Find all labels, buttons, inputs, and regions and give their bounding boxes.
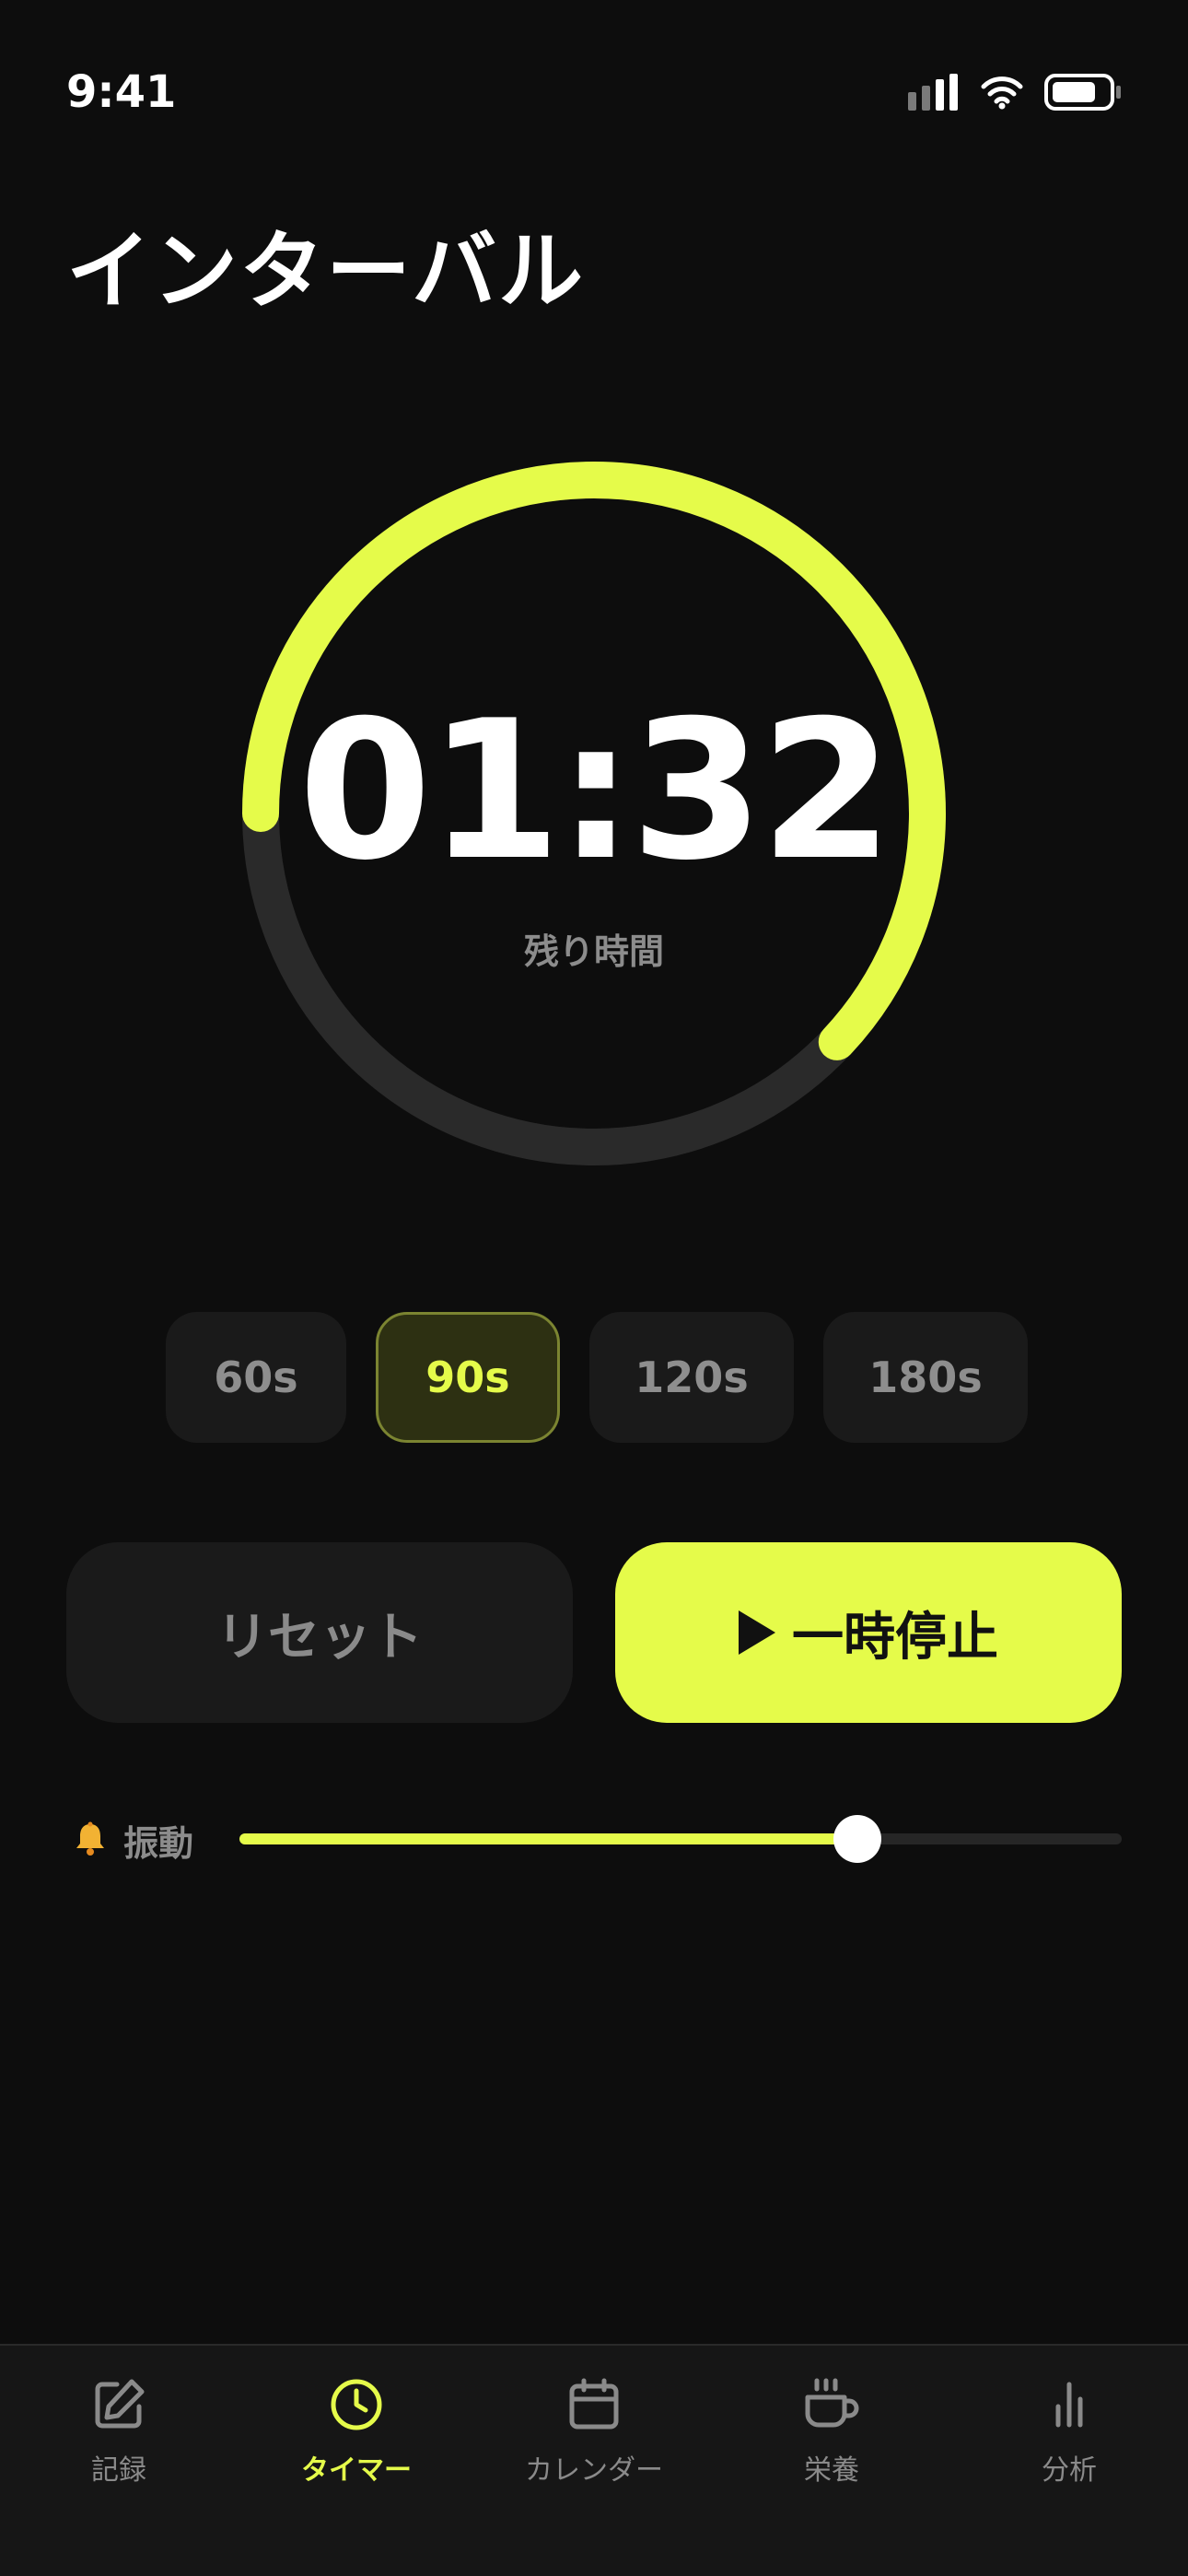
- tab-timer[interactable]: タイマー: [238, 2346, 475, 2530]
- cellular-signal-icon: [908, 74, 958, 111]
- bell-icon: [76, 1821, 104, 1856]
- pause-button[interactable]: 一時停止: [615, 1542, 1122, 1723]
- cup-icon: [805, 2378, 859, 2428]
- tab-calendar-label: カレンダー: [525, 2454, 663, 2487]
- vibration-label: 振動: [123, 1823, 194, 1864]
- pause-button-label: 一時停止: [792, 1607, 998, 1668]
- preset-60s-button[interactable]: 60s: [166, 1312, 346, 1443]
- calendar-icon: [569, 2378, 619, 2430]
- wifi-icon: [981, 76, 1023, 110]
- vibration-slider-thumb[interactable]: [833, 1815, 881, 1863]
- status-time: 9:41: [66, 66, 177, 118]
- timer-caption: 残り時間: [523, 931, 664, 972]
- reset-button-label: リセット: [216, 1607, 423, 1668]
- reset-button[interactable]: リセット: [66, 1542, 573, 1723]
- tab-analysis-label: 分析: [1042, 2454, 1097, 2487]
- page-title: インターバル: [66, 222, 586, 321]
- tab-nutrition-label: 栄養: [804, 2454, 859, 2487]
- vibration-row: 振動: [66, 1811, 1122, 1867]
- vibration-slider-fill: [239, 1833, 857, 1844]
- play-icon: [739, 1610, 775, 1655]
- timer-ring: 01:32 残り時間: [232, 451, 956, 1176]
- tab-timer-label: タイマー: [301, 2454, 412, 2487]
- tab-record-label: 記録: [91, 2454, 146, 2487]
- tab-record[interactable]: 記録: [0, 2346, 238, 2530]
- preset-180s-button[interactable]: 180s: [823, 1312, 1028, 1443]
- clock-icon: [331, 2379, 382, 2430]
- timer-readout: 01:32: [297, 680, 893, 903]
- preset-90s-button[interactable]: 90s: [376, 1312, 560, 1443]
- tab-analysis[interactable]: 分析: [950, 2346, 1188, 2530]
- preset-120s-button[interactable]: 120s: [589, 1312, 794, 1443]
- status-icons: [908, 72, 1122, 112]
- preset-selector: 60s 90s 120s 180s: [166, 1312, 1028, 1443]
- vibration-slider[interactable]: [239, 1815, 1122, 1863]
- tab-nutrition[interactable]: 栄養: [713, 2346, 950, 2530]
- battery-icon: [1044, 74, 1121, 111]
- tab-calendar[interactable]: カレンダー: [475, 2346, 713, 2530]
- edit-icon: [95, 2379, 145, 2429]
- status-bar: 9:41: [0, 0, 1188, 184]
- tab-bar: 記録 タイマー カレンダー 栄養 分析: [0, 2344, 1188, 2576]
- bar-chart-icon: [1055, 2382, 1083, 2428]
